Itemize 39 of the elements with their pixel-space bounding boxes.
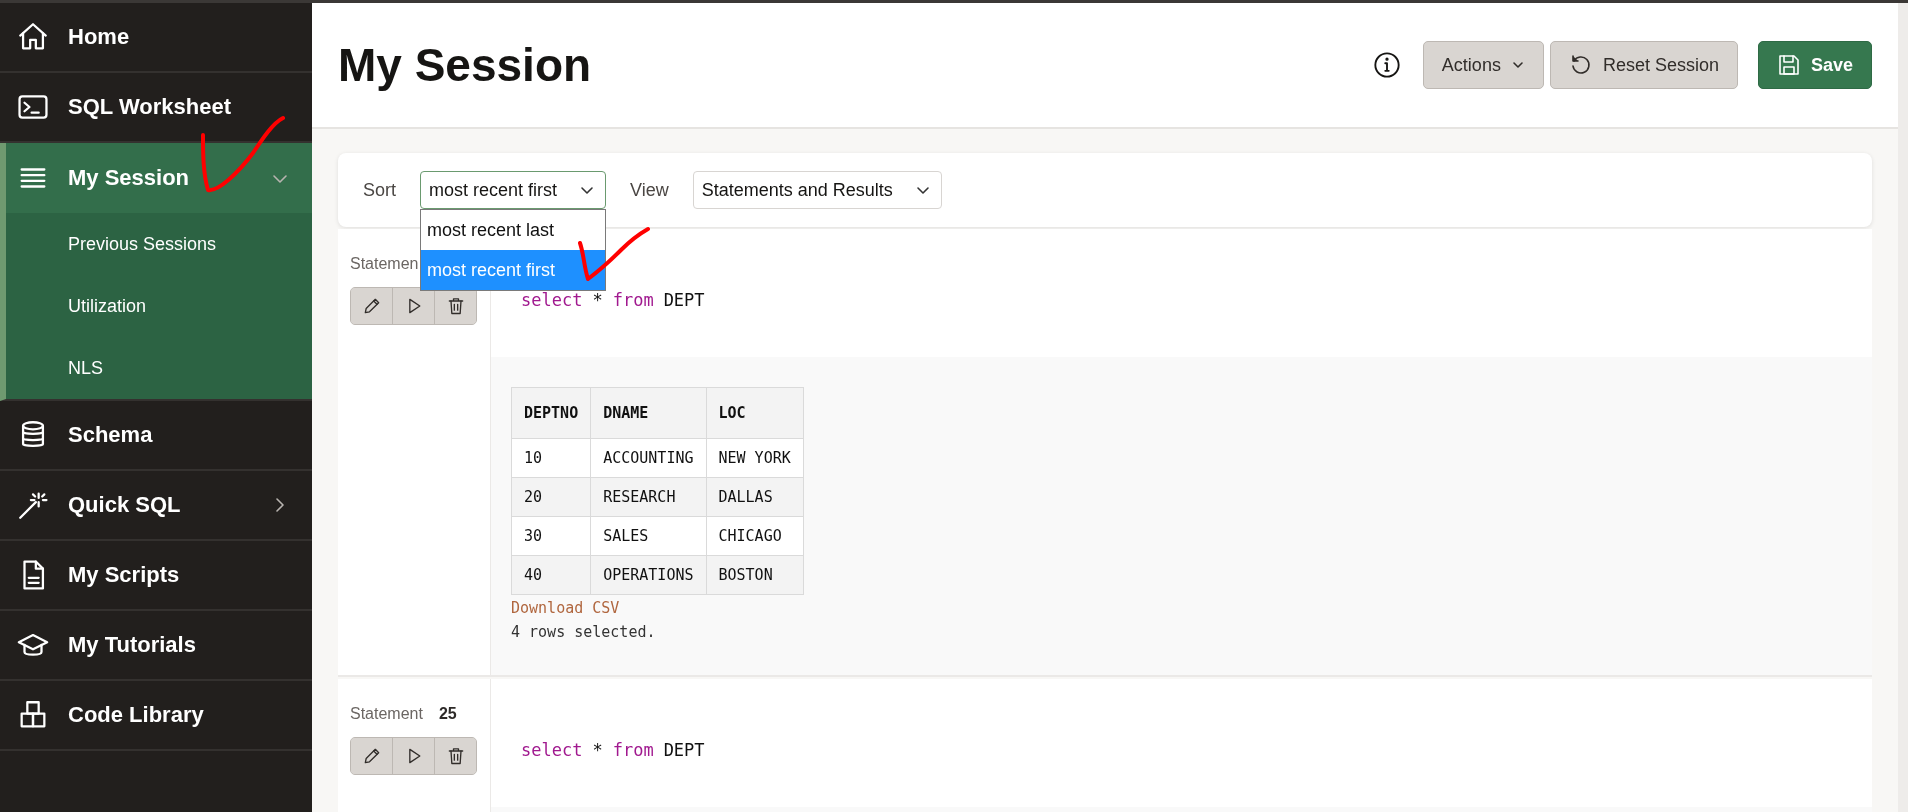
column-header: DEPTNO bbox=[511, 387, 591, 439]
table-cell: CHICAGO bbox=[706, 516, 804, 556]
statement-number: 25 bbox=[438, 705, 457, 723]
field-label: Sort bbox=[363, 179, 396, 201]
nav-item[interactable]: My Session bbox=[0, 143, 312, 213]
submenu-item[interactable]: NLS bbox=[6, 337, 312, 399]
table-cell: 40 bbox=[511, 555, 591, 595]
code-line: select * from DEPT bbox=[521, 740, 705, 760]
statement-label: Statemen bbox=[350, 255, 419, 273]
view-select[interactable]: Statements and Results bbox=[692, 171, 942, 209]
column-header: LOC bbox=[706, 387, 804, 439]
edit-button[interactable] bbox=[351, 288, 393, 324]
submenu-item[interactable]: Previous Sessions bbox=[6, 213, 312, 275]
table-cell: 10 bbox=[511, 438, 591, 478]
sort-select[interactable]: most recent first bbox=[420, 171, 607, 209]
field-label: View bbox=[630, 179, 669, 201]
dropdown-option[interactable]: most recent last bbox=[421, 210, 606, 250]
actions-button[interactable]: Actions bbox=[1422, 41, 1544, 89]
table-cell: RESEARCH bbox=[590, 477, 706, 517]
table-cell: OPERATIONS bbox=[590, 555, 706, 595]
page-title: My Session bbox=[338, 38, 593, 92]
table-cell: SALES bbox=[590, 516, 706, 556]
table-cell: 20 bbox=[511, 477, 591, 517]
table-cell: 30 bbox=[511, 516, 591, 556]
save-button[interactable]: Save bbox=[1757, 41, 1872, 89]
column-header: DNAME bbox=[590, 387, 706, 439]
download-link[interactable]: Download CSV bbox=[511, 599, 620, 617]
info-icon bbox=[1372, 51, 1401, 79]
table-cell: NEW YORK bbox=[706, 438, 804, 478]
result-message: 4 rows selected. bbox=[511, 623, 657, 641]
reset-button[interactable]: Reset Session bbox=[1549, 41, 1738, 89]
code-line: select * from DEPT bbox=[521, 290, 705, 310]
statement-label: Statement bbox=[350, 705, 423, 723]
submenu-item[interactable]: Utilization bbox=[6, 275, 312, 337]
table-cell: ACCOUNTING bbox=[590, 438, 706, 478]
table-cell: BOSTON bbox=[706, 555, 804, 595]
edit-button[interactable] bbox=[351, 738, 393, 774]
table-cell: DALLAS bbox=[706, 477, 804, 517]
save-icon bbox=[1776, 53, 1801, 77]
